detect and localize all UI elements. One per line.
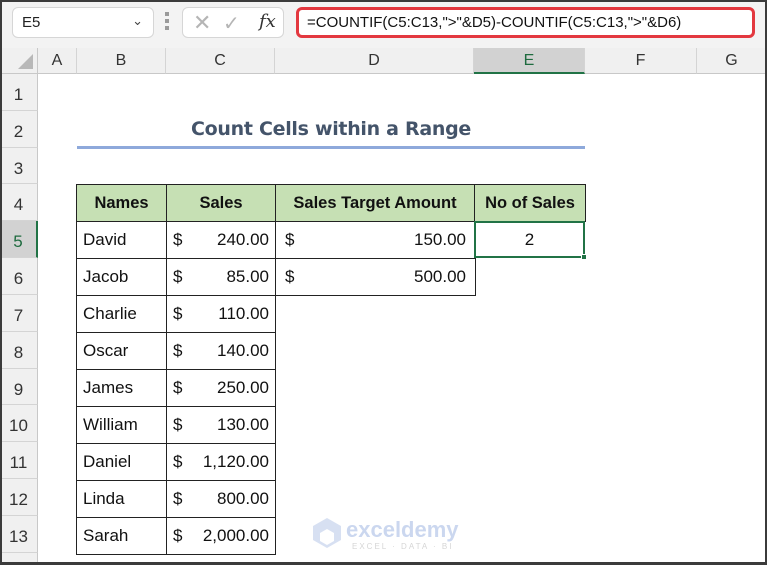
window-frame	[0, 0, 767, 565]
